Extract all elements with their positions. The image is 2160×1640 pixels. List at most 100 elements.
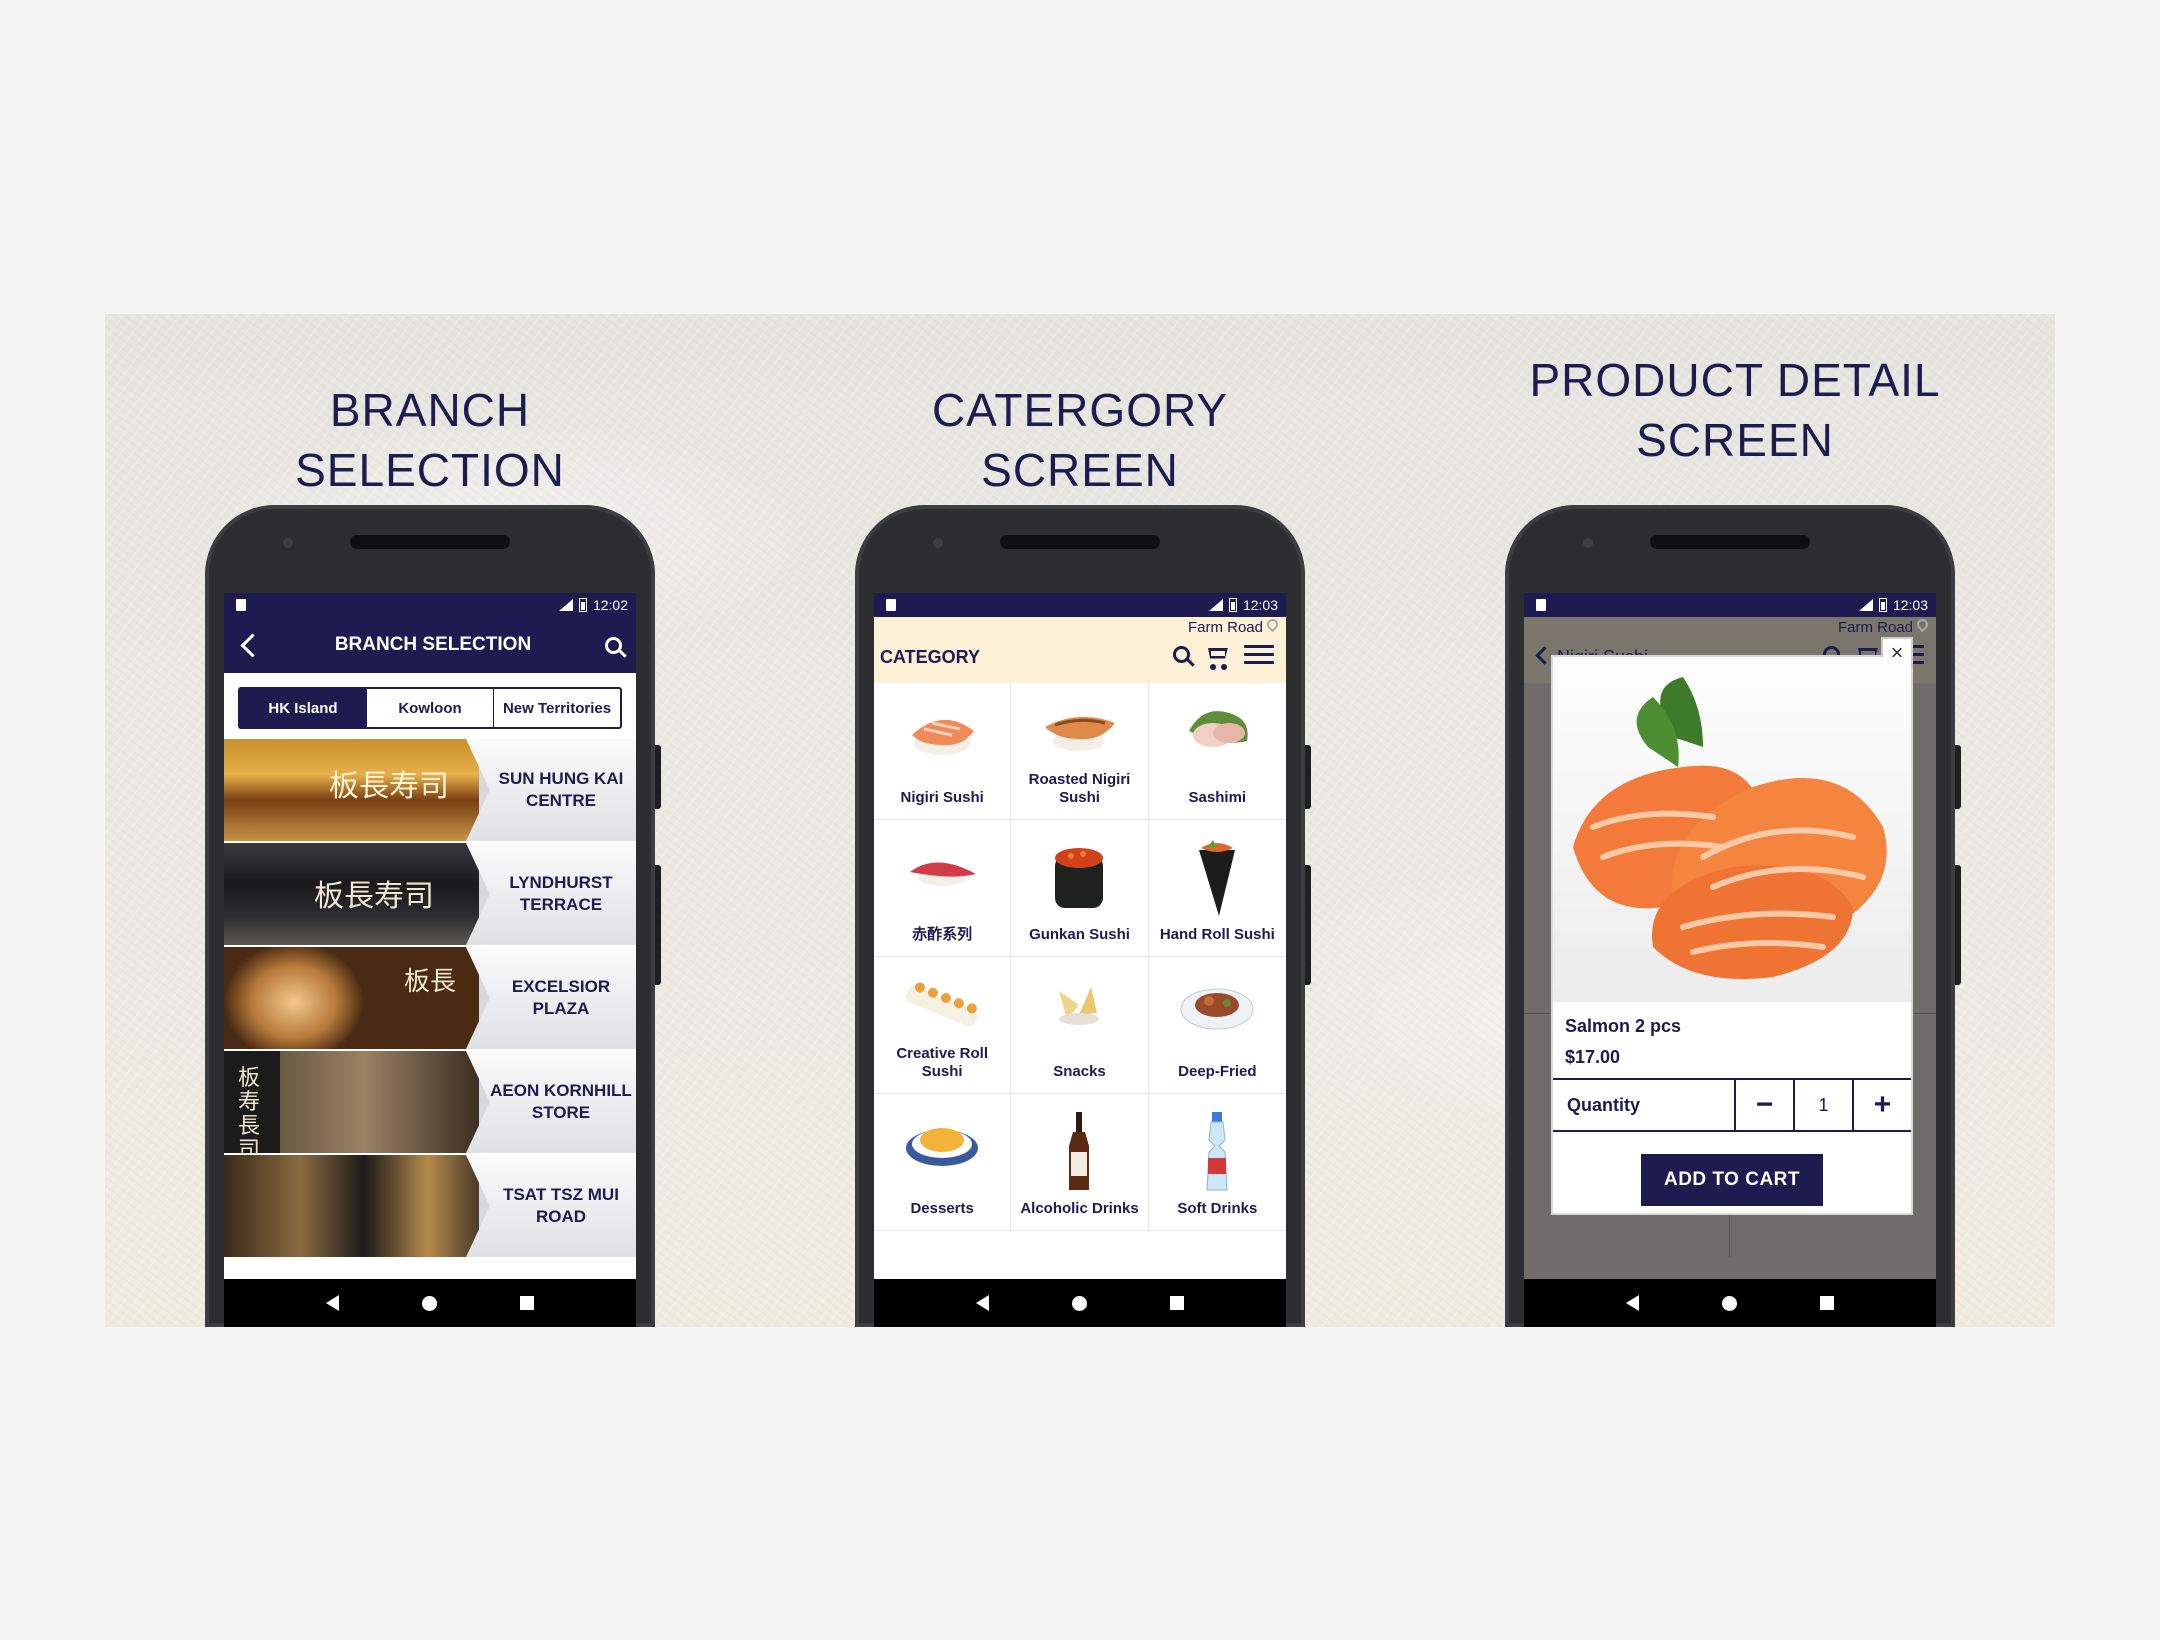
branch-item[interactable]: 板寿長司 AEON KORNHILL STORE: [224, 1051, 636, 1163]
nigiri-icon: [912, 719, 975, 755]
branch-item[interactable]: 板長寿司 LYNDHURST TERRACE: [224, 843, 636, 945]
category-label: Creative Roll Sushi: [896, 1045, 989, 1080]
category-item[interactable]: Soft Drinks: [1148, 1094, 1286, 1231]
branch-name: AEON KORNHILL STORE: [466, 1051, 636, 1153]
branch-item[interactable]: TSAT TSZ MUI ROAD: [224, 1155, 636, 1257]
nav-back-icon[interactable]: [325, 1295, 339, 1311]
nav-back-icon[interactable]: [1625, 1295, 1639, 1311]
screen-category: 12:03 Farm Road CATEGORY Nigiri Sushi Ro…: [874, 593, 1286, 1327]
category-item[interactable]: Desserts: [874, 1094, 1012, 1231]
branch-item[interactable]: 板長 EXCELSIOR PLAZA: [224, 947, 636, 1049]
branch-photo: 板寿長司: [224, 1051, 479, 1163]
phone-side-button: [655, 865, 661, 985]
battery-icon: [578, 598, 587, 612]
category-label: Nigiri Sushi: [900, 789, 984, 806]
tab-new-territories[interactable]: New Territories: [494, 689, 620, 727]
android-nav-bar: [224, 1279, 636, 1327]
phone-speaker: [350, 535, 510, 549]
app-header: BRANCH SELECTION: [224, 617, 636, 673]
category-item[interactable]: Nigiri Sushi: [874, 683, 1012, 820]
increment-button[interactable]: +: [1854, 1080, 1911, 1130]
branch-name: SUN HUNG KAI CENTRE: [466, 739, 636, 841]
category-item[interactable]: Hand Roll Sushi: [1148, 820, 1286, 957]
red-vinegar-icon: [910, 862, 977, 886]
phone-category: 12:03 Farm Road CATEGORY Nigiri Sushi Ro…: [855, 505, 1311, 1327]
nav-home-icon[interactable]: [1721, 1295, 1737, 1311]
location-label: Farm Road: [1837, 619, 1913, 636]
category-label: Roasted Nigiri Sushi: [1028, 771, 1131, 806]
menu-icon[interactable]: [1244, 645, 1274, 664]
product-image: [1553, 657, 1911, 1002]
heading-category: CATERGORY SCREEN: [931, 384, 1229, 496]
sashimi-icon: [1189, 711, 1248, 747]
status-bar: 12:03: [1524, 593, 1936, 617]
screen-product: 12:03 Farm Road Nigiri Sushi ×: [1524, 593, 1936, 1327]
nav-recent-icon[interactable]: [1820, 1296, 1835, 1310]
branch-photo: 板長寿司: [224, 739, 479, 841]
region-tabs: HK Island Kowloon New Territories: [238, 687, 622, 729]
branch-item[interactable]: 板長寿司 SUN HUNG KAI CENTRE: [224, 739, 636, 841]
product-modal: × Salmon 2 pcs $17.00 Quantity − 1 + ADD…: [1551, 637, 1913, 1215]
status-time: 12:03: [1892, 597, 1928, 613]
cart-icon[interactable]: [1204, 646, 1230, 670]
battery-icon: [1878, 598, 1887, 612]
search-icon[interactable]: [1173, 646, 1190, 663]
add-to-cart-button[interactable]: ADD TO CART: [1641, 1154, 1823, 1206]
location-selector[interactable]: Farm Road: [1187, 616, 1281, 636]
category-item[interactable]: Roasted Nigiri Sushi: [1011, 683, 1149, 820]
back-icon[interactable]: [240, 632, 265, 658]
nav-home-icon[interactable]: [421, 1295, 437, 1311]
category-item[interactable]: 赤酢系列: [874, 820, 1012, 957]
category-label: Sashimi: [1188, 789, 1247, 806]
phone-branch-selection: 12:02 BRANCH SELECTION HK Island Kowloon…: [205, 505, 661, 1327]
nav-home-icon[interactable]: [1071, 1295, 1087, 1311]
location-pin-icon: [1264, 616, 1281, 633]
page-title: CATEGORY: [880, 647, 981, 667]
branch-name: TSAT TSZ MUI ROAD: [466, 1155, 636, 1257]
category-label: Deep-Fried: [1178, 1063, 1257, 1080]
search-icon[interactable]: [605, 636, 622, 654]
app-header: Farm Road CATEGORY: [874, 616, 1286, 683]
category-item[interactable]: Alcoholic Drinks: [1011, 1094, 1149, 1231]
category-item[interactable]: Deep-Fried: [1148, 957, 1286, 1094]
nav-back-icon[interactable]: [975, 1295, 989, 1311]
signal-icon: [1208, 599, 1223, 611]
phone-product-detail: 12:03 Farm Road Nigiri Sushi ×: [1505, 505, 1961, 1327]
quantity-label: Quantity: [1553, 1080, 1736, 1130]
phone-side-button: [1305, 865, 1311, 985]
salmon-sashimi-image: [1573, 677, 1887, 979]
location-label: Farm Road: [1187, 619, 1263, 636]
phone-camera: [283, 538, 293, 548]
nav-recent-icon[interactable]: [520, 1296, 535, 1310]
status-time: 12:03: [1242, 597, 1278, 613]
category-item[interactable]: Gunkan Sushi: [1011, 820, 1149, 957]
quantity-value[interactable]: 1: [1795, 1080, 1854, 1130]
snacks-icon: [1059, 987, 1100, 1025]
gunkan-icon: [1055, 848, 1104, 908]
category-label: Snacks: [1053, 1063, 1106, 1080]
android-nav-bar: [1524, 1279, 1936, 1327]
category-item[interactable]: Creative Roll Sushi: [874, 957, 1012, 1094]
tab-hk-island[interactable]: HK Island: [240, 689, 367, 727]
decrement-button[interactable]: −: [1736, 1080, 1795, 1130]
page-title: BRANCH SELECTION: [334, 634, 532, 655]
sim-icon: [886, 599, 896, 611]
android-nav-bar: [874, 1279, 1286, 1327]
branch-photo: 板長寿司: [224, 843, 479, 945]
branch-photo: 板長: [224, 947, 479, 1049]
nav-recent-icon[interactable]: [1170, 1296, 1185, 1310]
location-selector[interactable]: Farm Road: [1837, 616, 1931, 636]
category-label: Alcoholic Drinks: [1020, 1200, 1139, 1217]
phone-speaker: [1650, 535, 1810, 549]
signal-icon: [558, 599, 573, 611]
sake-bottle-icon: [1069, 1112, 1090, 1190]
hand-roll-icon: [1199, 840, 1236, 916]
product-name: Salmon 2 pcs: [1565, 1016, 1682, 1036]
branch-name: LYNDHURST TERRACE: [466, 843, 636, 945]
status-time: 12:02: [592, 597, 628, 613]
category-item[interactable]: Sashimi: [1148, 683, 1286, 820]
category-grid: Nigiri Sushi Roasted Nigiri Sushi Sashim…: [874, 683, 1286, 1231]
screen-branch: 12:02 BRANCH SELECTION HK Island Kowloon…: [224, 593, 636, 1327]
tab-kowloon[interactable]: Kowloon: [367, 689, 494, 727]
category-item[interactable]: Snacks: [1011, 957, 1149, 1094]
